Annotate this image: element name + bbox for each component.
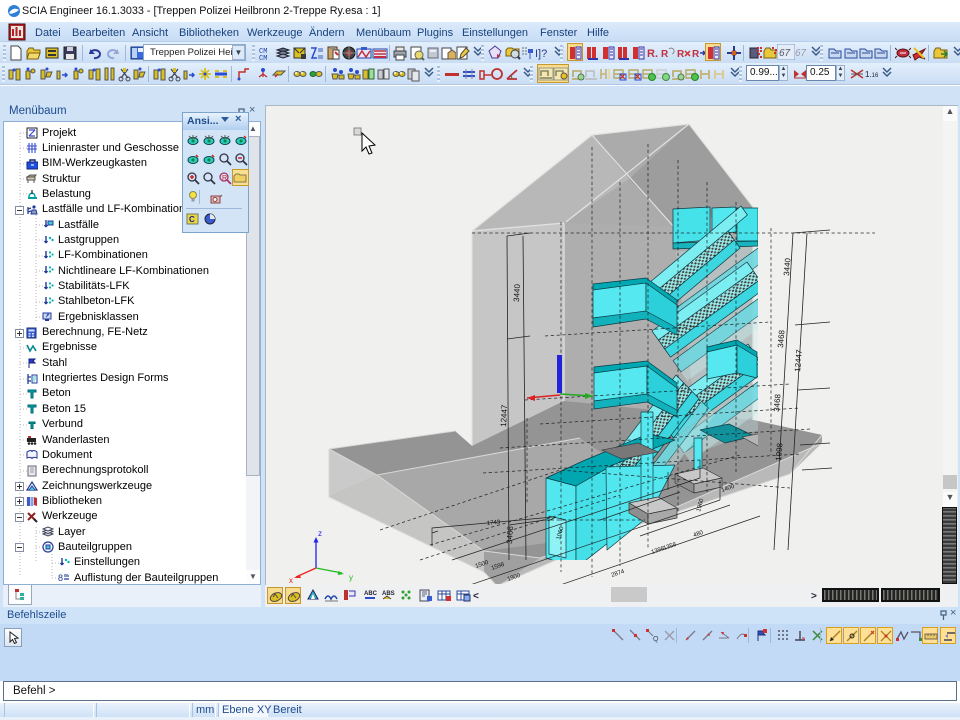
svg-text:C: C <box>189 215 195 224</box>
svg-text:CM: CM <box>259 55 267 61</box>
svg-text:1998: 1998 <box>774 442 785 461</box>
svg-text:R: R <box>222 175 227 182</box>
svg-text:12447: 12447 <box>499 404 509 427</box>
svg-text:8: 8 <box>58 573 63 583</box>
svg-text:3440: 3440 <box>782 257 793 276</box>
svg-text:R: R <box>677 49 685 60</box>
svg-text:ABC: ABC <box>364 591 378 597</box>
svg-text:y: y <box>349 573 353 582</box>
svg-text:R: R <box>692 49 700 60</box>
svg-text:Q: Q <box>653 636 659 643</box>
svg-text:I]?: I]? <box>535 48 547 60</box>
svg-text:R.: R. <box>647 48 658 60</box>
svg-text:3468: 3468 <box>505 525 515 544</box>
svg-text:R: R <box>661 49 669 60</box>
svg-text:z: z <box>318 529 322 538</box>
svg-text:67: 67 <box>795 48 807 59</box>
svg-text:x: x <box>289 576 293 584</box>
svg-text:ABS: ABS <box>382 591 395 597</box>
svg-text:1.16: 1.16 <box>865 70 879 79</box>
svg-text:67: 67 <box>779 48 791 59</box>
svg-text:3468: 3468 <box>776 329 787 348</box>
svg-text:3440: 3440 <box>512 283 522 302</box>
